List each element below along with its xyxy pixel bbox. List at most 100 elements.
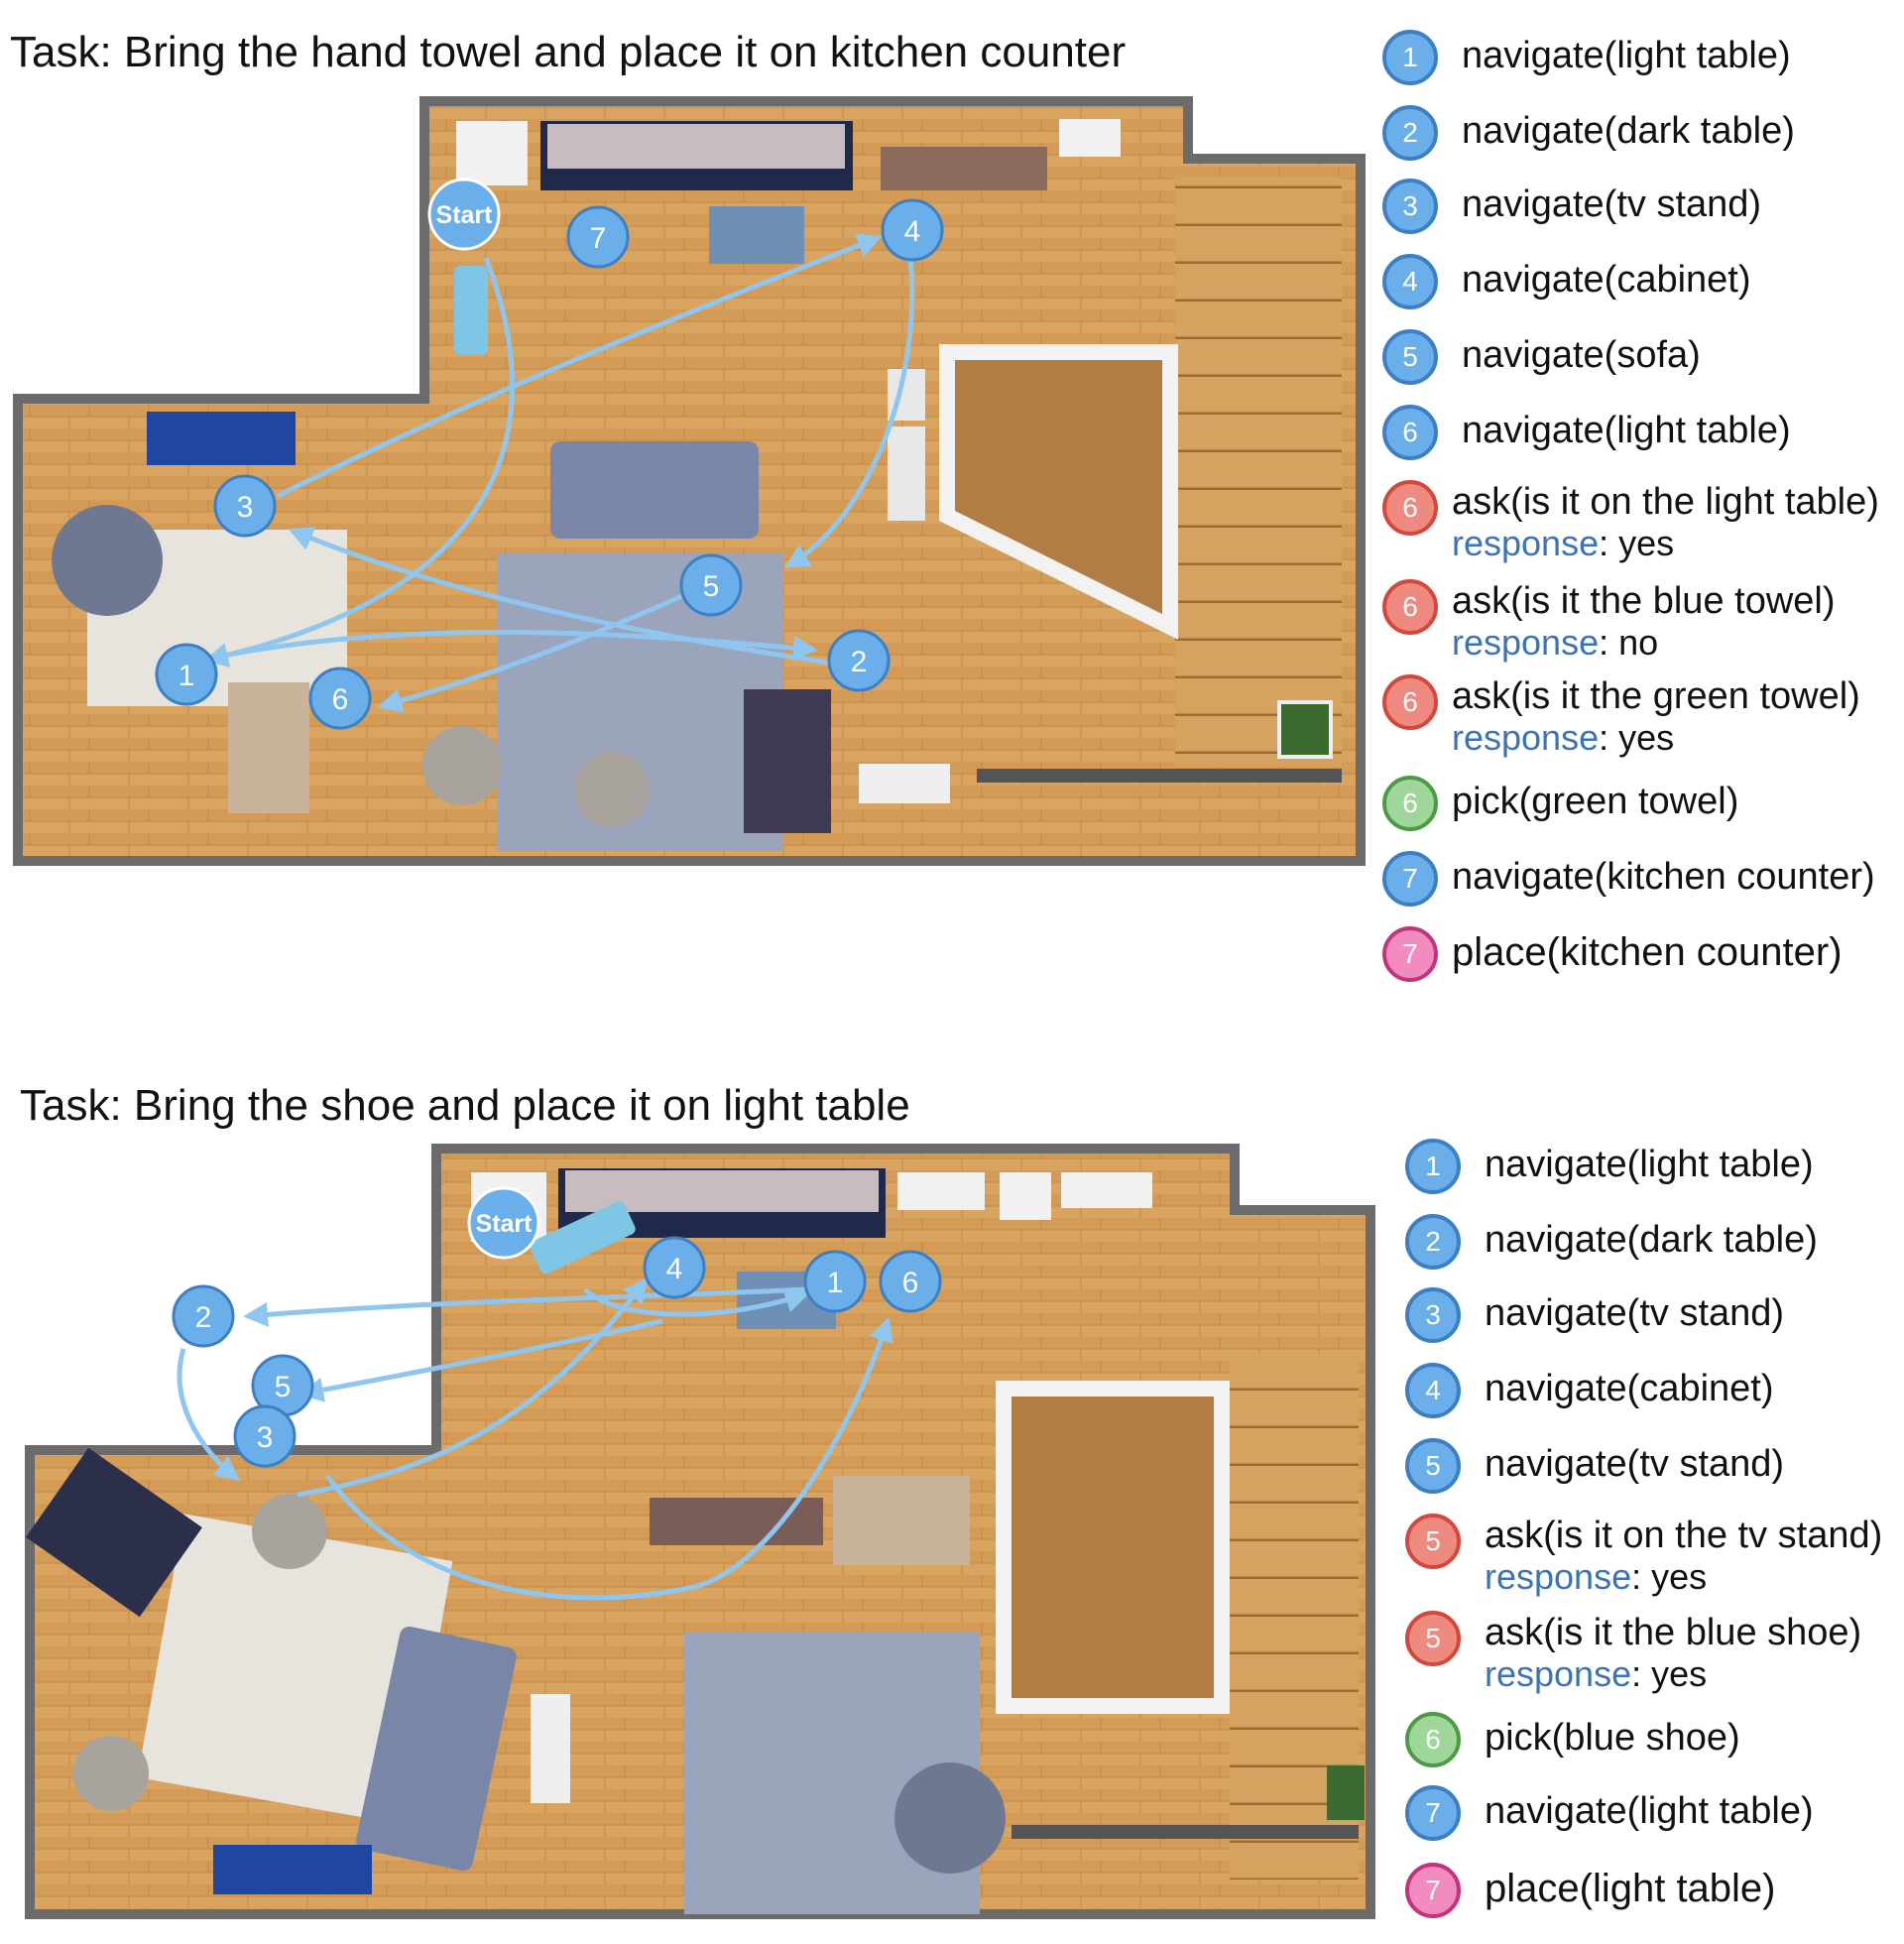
response-line: response: no <box>1452 623 1836 663</box>
map-node-6: 6 <box>879 1250 942 1313</box>
response-label: response <box>1452 622 1600 663</box>
response-label: response <box>1452 717 1600 758</box>
svg-text:6: 6 <box>332 683 349 716</box>
step-item: 6 ask(is it the green towel) response: y… <box>1382 674 1860 758</box>
map-node-7: 7 <box>566 205 630 269</box>
step-text: pick(blue shoe) <box>1485 1717 1740 1759</box>
plant-frame <box>1327 1765 1365 1820</box>
map-node-6: 6 <box>308 667 372 730</box>
ask-text: ask(is it the blue towel) <box>1452 580 1836 622</box>
step-text: navigate(light table) <box>1485 1790 1814 1832</box>
ottoman <box>52 505 163 616</box>
step-item: 6 pick(blue shoe) <box>1405 1712 1740 1767</box>
step-number-badge: 6 <box>1382 480 1438 536</box>
step-item: 6 ask(is it on the light table) response… <box>1382 480 1879 563</box>
step-text: navigate(cabinet) <box>1462 259 1751 301</box>
map-node-4: 4 <box>643 1236 706 1299</box>
panel-1: Task: Bring the hand towel and place it … <box>0 0 1904 992</box>
step-item: 5 ask(is it on the tv stand) response: y… <box>1405 1514 1882 1597</box>
step-number-badge: 2 <box>1405 1214 1461 1270</box>
step-item: 5 navigate(tv stand) <box>1405 1438 1784 1494</box>
svg-text:2: 2 <box>195 1301 212 1334</box>
step-text: place(light table) <box>1485 1867 1776 1910</box>
step-text: navigate(cabinet) <box>1485 1368 1774 1409</box>
step-item: 3 navigate(tv stand) <box>1382 179 1761 234</box>
step-text: ask(is it the green towel) response: yes <box>1452 674 1860 758</box>
map-node-4: 4 <box>881 198 944 262</box>
step-item: 1 navigate(light table) <box>1405 1139 1814 1194</box>
response-label: response <box>1452 523 1600 563</box>
step-number-badge: 7 <box>1382 926 1438 982</box>
map-node-1: 1 <box>803 1250 867 1313</box>
step-text: navigate(tv stand) <box>1462 183 1762 225</box>
cabinet <box>881 147 1047 190</box>
plant-frame <box>1277 700 1333 759</box>
stair-area <box>1175 177 1342 767</box>
step-number-badge: 1 <box>1382 30 1438 85</box>
response-value: : yes <box>1599 717 1675 758</box>
step-item: 2 navigate(dark table) <box>1405 1214 1818 1270</box>
step-item: 3 navigate(tv stand) <box>1405 1287 1784 1343</box>
step-text: navigate(tv stand) <box>1485 1292 1785 1334</box>
step-number-badge: 6 <box>1382 674 1438 730</box>
map-node-5: 5 <box>679 553 743 617</box>
step-text: ask(is it on the tv stand) response: yes <box>1485 1514 1882 1597</box>
step-text: navigate(sofa) <box>1462 334 1701 376</box>
robot-icon <box>454 266 488 355</box>
step-number-badge: 6 <box>1382 579 1438 635</box>
step-item: 4 navigate(cabinet) <box>1382 254 1751 309</box>
map-node-2: 2 <box>172 1284 235 1348</box>
step-number-badge: 1 <box>1405 1139 1461 1194</box>
floor-plan-map: Start 4 1 6 2 5 3 <box>25 1144 1375 1919</box>
step-item: 5 navigate(sofa) <box>1382 329 1701 385</box>
step-text: ask(is it on the light table) response: … <box>1452 480 1879 563</box>
response-value: : yes <box>1631 1556 1708 1597</box>
ask-text: ask(is it the blue shoe) <box>1485 1612 1862 1653</box>
svg-text:3: 3 <box>257 1421 274 1454</box>
response-label: response <box>1485 1653 1632 1694</box>
ottoman <box>894 1762 1006 1874</box>
svg-text:3: 3 <box>237 491 254 524</box>
svg-text:Start: Start <box>476 1210 534 1238</box>
map-node-start: Start <box>427 178 501 251</box>
response-value: : yes <box>1599 523 1675 563</box>
armchair <box>252 1494 327 1569</box>
step-item: 4 navigate(cabinet) <box>1405 1363 1774 1418</box>
ask-text: ask(is it on the light table) <box>1452 481 1879 523</box>
svg-text:Start: Start <box>436 201 494 229</box>
floor-plan-map: Start 7 4 3 5 2 1 6 <box>13 96 1366 866</box>
step-number-badge: 5 <box>1405 1611 1461 1666</box>
armchair <box>574 752 650 827</box>
ask-text: ask(is it the green towel) <box>1452 675 1860 717</box>
step-item: 2 navigate(dark table) <box>1382 105 1795 161</box>
step-text: place(kitchen counter) <box>1452 930 1843 974</box>
light-table <box>833 1476 970 1565</box>
step-number-badge: 7 <box>1382 851 1438 907</box>
map-node-start: Start <box>467 1186 540 1260</box>
stair-rail <box>977 769 1342 783</box>
step-number-badge: 5 <box>1382 329 1438 385</box>
svg-text:7: 7 <box>590 222 607 255</box>
map-node-3: 3 <box>213 474 277 538</box>
response-line: response: yes <box>1452 718 1860 758</box>
response-line: response: yes <box>1452 524 1879 563</box>
fridge <box>456 121 528 185</box>
step-number-badge: 4 <box>1382 254 1438 309</box>
step-text: navigate(light table) <box>1485 1144 1814 1185</box>
svg-text:2: 2 <box>851 646 868 678</box>
step-number-badge: 3 <box>1405 1287 1461 1343</box>
response-line: response: yes <box>1485 1557 1882 1597</box>
cabinet <box>213 1845 372 1894</box>
step-number-badge: 4 <box>1405 1363 1461 1418</box>
map-node-1: 1 <box>155 643 218 706</box>
armchair <box>73 1736 149 1811</box>
step-number-badge: 5 <box>1405 1514 1461 1569</box>
response-line: response: yes <box>1485 1654 1861 1694</box>
step-number-badge: 6 <box>1405 1712 1461 1767</box>
step-number-badge: 7 <box>1405 1863 1461 1918</box>
step-item: 6 navigate(light table) <box>1382 405 1791 460</box>
sofa <box>550 441 759 539</box>
step-item: 1 navigate(light table) <box>1382 30 1791 85</box>
svg-text:1: 1 <box>178 660 195 692</box>
step-text: navigate(tv stand) <box>1485 1443 1785 1485</box>
